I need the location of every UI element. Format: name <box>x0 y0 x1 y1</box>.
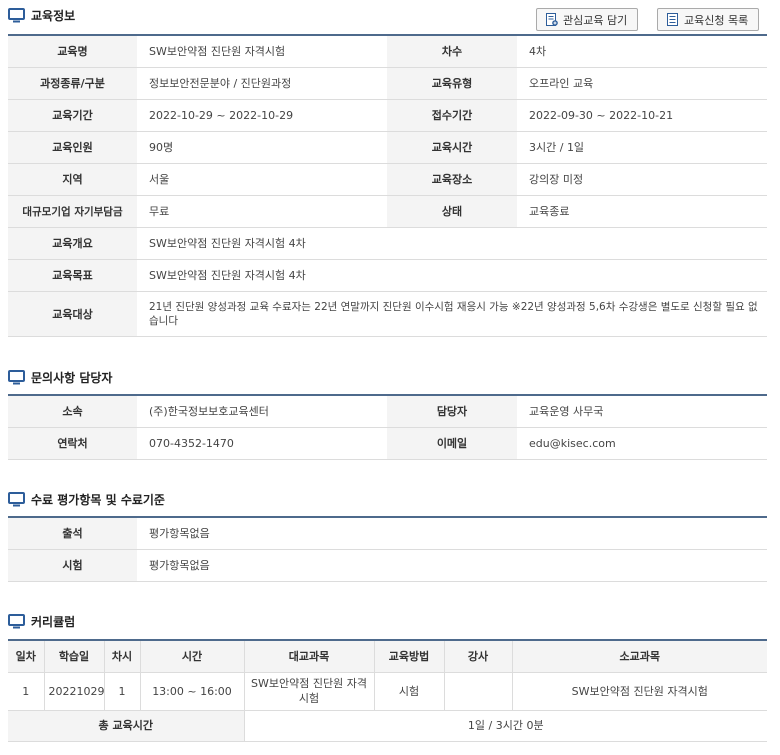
section-title-criteria: 수료 평가항목 및 수료기준 <box>8 489 165 509</box>
contact-table: 소속 (주)한국정보보호교육센터 담당자 교육운영 사무국 연락처 070-43… <box>8 394 767 460</box>
overview-value: SW보안약점 진단원 자격시험 4차 <box>137 227 767 260</box>
instructor-cell <box>444 672 513 711</box>
label-cell: 교육목표 <box>8 259 137 292</box>
monitor-icon <box>8 369 25 385</box>
table-row: 과정종류/구분 정보보안전문분야 / 진단원과정 교육유형 오프라인 교육 <box>8 67 767 100</box>
section-title-edu-info: 교육정보 <box>8 5 75 25</box>
table-row: 연락처 070-4352-1470 이메일 edu@kisec.com <box>8 427 767 460</box>
label-cell: 교육개요 <box>8 227 137 260</box>
label-cell: 지역 <box>8 163 137 196</box>
total-value: 1일 / 3시간 0분 <box>244 710 767 742</box>
date-cell: 20221029 <box>44 672 105 711</box>
section-title-contact: 문의사항 담당자 <box>8 367 112 387</box>
column-header: 시간 <box>140 640 245 673</box>
organization-value: (주)한국정보보호교육센터 <box>137 395 387 428</box>
section-title-text: 수료 평가항목 및 수료기준 <box>31 492 165 507</box>
fee-value: 무료 <box>137 195 387 228</box>
exam-value: 평가항목없음 <box>137 549 767 582</box>
edu-format-value: 오프라인 교육 <box>517 67 767 100</box>
status-value: 교육종료 <box>517 195 767 228</box>
target-value: 21년 진단원 양성과정 교육 수료자는 22년 연말까지 진단원 이수시험 재… <box>137 291 767 337</box>
course-type-value: 정보보안전문분야 / 진단원과정 <box>137 67 387 100</box>
column-header: 강사 <box>444 640 513 673</box>
method-cell: 시험 <box>374 672 445 711</box>
table-row: 소속 (주)한국정보보호교육센터 담당자 교육운영 사무국 <box>8 395 767 428</box>
label-cell: 과정종류/구분 <box>8 67 137 100</box>
monitor-icon <box>8 7 25 23</box>
goal-value: SW보안약점 진단원 자격시험 4차 <box>137 259 767 292</box>
course-name-value: SW보안약점 진단원 자격시험 <box>137 35 387 68</box>
section-title-text: 교육정보 <box>31 8 76 23</box>
capacity-value: 90명 <box>137 131 387 164</box>
main-subject-cell: SW보안약점 진단원 자격시험 <box>244 672 375 711</box>
column-header: 일차 <box>8 640 45 673</box>
round-value: 4차 <box>517 35 767 68</box>
day-cell: 1 <box>8 672 45 711</box>
label-cell: 연락처 <box>8 427 137 460</box>
label-cell: 교육인원 <box>8 131 137 164</box>
curriculum-table: 일차 학습일 차시 시간 대교과목 교육방법 강사 소교과목 1 2022102… <box>8 639 767 742</box>
table-row: 교육대상 21년 진단원 양성과정 교육 수료자는 22년 연말까지 진단원 이… <box>8 291 767 337</box>
apply-list-button[interactable]: 교육신청 목록 <box>657 8 760 31</box>
label-cell: 차수 <box>387 35 517 68</box>
label-cell: 교육유형 <box>387 67 517 100</box>
table-row: 교육명 SW보안약점 진단원 자격시험 차수 4차 <box>8 35 767 68</box>
wishlist-button[interactable]: 관심교육 담기 <box>536 8 639 31</box>
table-row: 출석 평가항목없음 <box>8 517 767 550</box>
table-header-row: 일차 학습일 차시 시간 대교과목 교육방법 강사 소교과목 <box>8 640 767 673</box>
table-row: 1 20221029 1 13:00 ~ 16:00 SW보안약점 진단원 자격… <box>8 672 767 711</box>
label-cell: 교육시간 <box>387 131 517 164</box>
time-cell: 13:00 ~ 16:00 <box>140 672 245 711</box>
column-header: 대교과목 <box>244 640 375 673</box>
total-row: 총 교육시간 1일 / 3시간 0분 <box>8 710 767 742</box>
total-label: 총 교육시간 <box>8 710 245 742</box>
manager-value: 교육운영 사무국 <box>517 395 767 428</box>
label-cell: 상태 <box>387 195 517 228</box>
label-cell: 대규모기업 자기부담금 <box>8 195 137 228</box>
label-cell: 접수기간 <box>387 99 517 132</box>
attendance-value: 평가항목없음 <box>137 517 767 550</box>
column-header: 차시 <box>104 640 141 673</box>
label-cell: 교육명 <box>8 35 137 68</box>
label-cell: 소속 <box>8 395 137 428</box>
label-cell: 담당자 <box>387 395 517 428</box>
column-header: 교육방법 <box>374 640 445 673</box>
table-row: 시험 평가항목없음 <box>8 549 767 582</box>
column-header: 학습일 <box>44 640 105 673</box>
label-cell: 출석 <box>8 517 137 550</box>
table-row: 교육개요 SW보안약점 진단원 자격시험 4차 <box>8 227 767 260</box>
venue-value: 강의장 미정 <box>517 163 767 196</box>
sub-subject-cell: SW보안약점 진단원 자격시험 <box>512 672 767 711</box>
apply-period-value: 2022-09-30 ~ 2022-10-21 <box>517 99 767 132</box>
monitor-icon <box>8 613 25 629</box>
column-header: 소교과목 <box>512 640 767 673</box>
apply-list-button-label: 교육신청 목록 <box>684 13 749 27</box>
label-cell: 시험 <box>8 549 137 582</box>
phone-value: 070-4352-1470 <box>137 427 387 460</box>
table-row: 교육목표 SW보안약점 진단원 자격시험 4차 <box>8 259 767 292</box>
list-document-icon <box>666 13 679 26</box>
table-row: 지역 서울 교육장소 강의장 미정 <box>8 163 767 196</box>
label-cell: 교육대상 <box>8 291 137 337</box>
label-cell: 이메일 <box>387 427 517 460</box>
section-title-text: 커리큘럼 <box>31 614 76 629</box>
label-cell: 교육장소 <box>387 163 517 196</box>
edu-period-value: 2022-10-29 ~ 2022-10-29 <box>137 99 387 132</box>
edu-info-table: 교육명 SW보안약점 진단원 자격시험 차수 4차 과정종류/구분 정보보안전문… <box>8 34 767 337</box>
table-row: 교육인원 90명 교육시간 3시간 / 1일 <box>8 131 767 164</box>
table-row: 교육기간 2022-10-29 ~ 2022-10-29 접수기간 2022-0… <box>8 99 767 132</box>
add-document-icon <box>545 13 558 26</box>
criteria-table: 출석 평가항목없음 시험 평가항목없음 <box>8 516 767 582</box>
table-row: 대규모기업 자기부담금 무료 상태 교육종료 <box>8 195 767 228</box>
section-title-curriculum: 커리큘럼 <box>8 611 75 631</box>
edu-hours-value: 3시간 / 1일 <box>517 131 767 164</box>
session-cell: 1 <box>104 672 141 711</box>
wishlist-button-label: 관심교육 담기 <box>563 13 628 27</box>
region-value: 서울 <box>137 163 387 196</box>
label-cell: 교육기간 <box>8 99 137 132</box>
section-title-text: 문의사항 담당자 <box>31 370 113 385</box>
monitor-icon <box>8 491 25 507</box>
email-value[interactable]: edu@kisec.com <box>517 427 767 460</box>
